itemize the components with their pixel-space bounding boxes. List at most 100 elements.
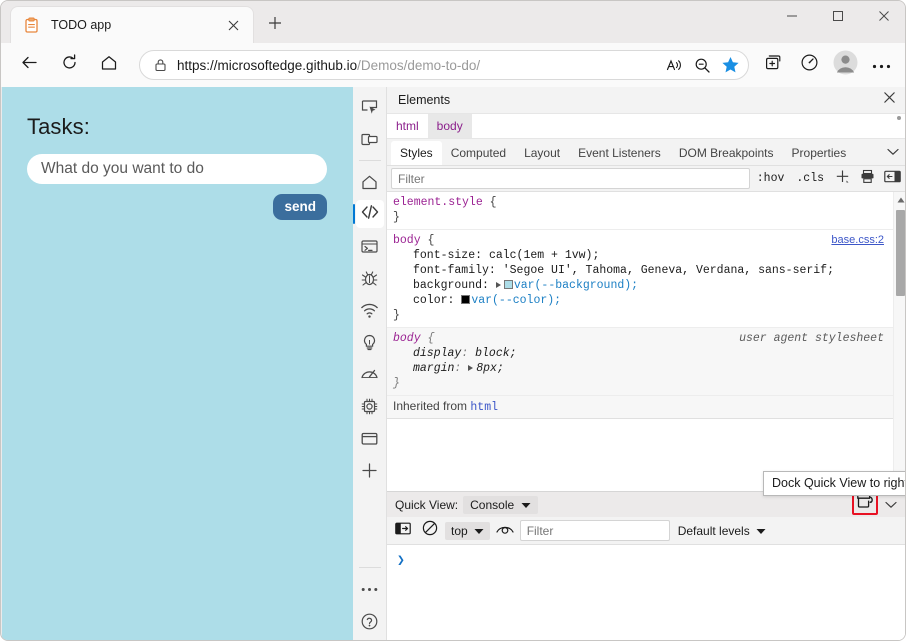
send-button[interactable]: send (273, 194, 327, 220)
chevron-down-filled-icon (521, 498, 531, 512)
network-wifi-icon[interactable] (356, 296, 384, 324)
print-media-button[interactable] (856, 168, 879, 190)
styles-filter-placeholder: Filter (398, 171, 425, 186)
close-window-button[interactable] (861, 1, 905, 35)
page-title: Tasks: (27, 114, 90, 139)
clear-console-button[interactable] (418, 520, 442, 542)
zoom-out-icon[interactable] (688, 52, 716, 78)
console-context-value: top (451, 523, 468, 538)
collections-button[interactable] (757, 49, 789, 81)
hov-toggle-button[interactable]: :hov (752, 168, 790, 189)
console-terminal-icon[interactable] (356, 232, 384, 260)
console-filter-input[interactable]: Filter (519, 520, 670, 541)
styles-rules-pane[interactable]: element.style { } base.css:2 body { font… (387, 192, 905, 491)
scroll-up-arrow-icon[interactable] (894, 193, 905, 207)
device-emulation-icon[interactable] (356, 125, 384, 153)
url-domain: https://microsoftedge.github.io (177, 57, 358, 73)
breadcrumb-overflow-dot (897, 116, 901, 120)
tab-event-listeners[interactable]: Event Listeners (569, 141, 670, 165)
inherited-from-row: Inherited from html (387, 396, 905, 419)
breadcrumb-item-html[interactable]: html (387, 114, 428, 138)
expand-triangle-icon[interactable] (468, 365, 474, 371)
style-rule-body-user-agent[interactable]: user agent stylesheet body { display: bl… (387, 328, 905, 396)
debugger-bug-icon[interactable] (356, 264, 384, 292)
styles-filter-input[interactable]: Filter (391, 168, 750, 189)
minimize-icon (786, 9, 798, 27)
color-swatch[interactable] (503, 280, 513, 289)
star-filled-icon[interactable] (716, 52, 744, 78)
memory-chip-icon[interactable] (356, 392, 384, 420)
home-button[interactable] (93, 49, 125, 81)
quick-view-selected-tool: Console (470, 497, 515, 512)
console-levels-select[interactable]: Default levels (673, 524, 771, 538)
declaration-value: block; (475, 347, 517, 360)
live-expression-button[interactable] (493, 520, 517, 542)
rule-open-brace: { (482, 196, 497, 209)
close-icon (883, 91, 896, 109)
toggle-computed-sidebar-button[interactable] (881, 168, 904, 190)
tabs-overflow-button[interactable] (880, 139, 905, 165)
declaration-property: background (413, 279, 483, 292)
address-bar[interactable]: https://microsoftedge.github.io/Demos/de… (139, 50, 749, 80)
dom-breadcrumb: html body (387, 114, 905, 139)
dock-quick-view-tooltip: Dock Quick View to right (763, 471, 905, 496)
declaration-display[interactable]: display: block; (393, 346, 900, 361)
declaration-property: display (413, 347, 462, 360)
console-context-select[interactable]: top (445, 521, 490, 540)
tab-layout[interactable]: Layout (515, 141, 569, 165)
declaration-value: var(--color); (471, 294, 562, 307)
tab-styles[interactable]: Styles (391, 141, 442, 165)
browser-tab-todo-app[interactable]: TODO app (11, 7, 253, 43)
style-rule-body-base-css[interactable]: base.css:2 body { font-size: calc(1em + … (387, 230, 905, 328)
declaration-color[interactable]: color: var(--color); (393, 293, 900, 308)
back-button[interactable] (13, 49, 45, 81)
home-icon[interactable] (356, 168, 384, 196)
dock-quick-view-right-button[interactable] (852, 494, 878, 515)
help-question-icon[interactable] (356, 607, 384, 635)
rule-source-link[interactable]: base.css:2 (831, 233, 884, 248)
scrollbar-thumb[interactable] (896, 210, 905, 296)
sidebar-item-elements[interactable] (352, 200, 384, 228)
declaration-font-size[interactable]: font-size: calc(1em + 1vw); (393, 248, 900, 263)
console-output[interactable]: ❯ (387, 545, 905, 640)
new-style-rule-button[interactable] (831, 168, 854, 190)
inspect-element-icon[interactable] (356, 93, 384, 121)
more-ellipsis-icon[interactable] (356, 575, 384, 603)
tab-dom-breakpoints[interactable]: DOM Breakpoints (670, 141, 783, 165)
console-sidebar-button[interactable] (391, 520, 415, 542)
console-sidebar-icon (395, 522, 411, 540)
devtools-close-button[interactable] (876, 89, 902, 111)
close-icon[interactable] (221, 13, 245, 37)
rail-divider-bottom (358, 567, 381, 568)
expand-triangle-icon[interactable] (495, 282, 501, 288)
read-aloud-icon[interactable] (660, 52, 688, 78)
color-swatch[interactable] (461, 295, 471, 304)
add-tool-plus-icon[interactable] (356, 456, 384, 484)
new-tab-button[interactable] (261, 11, 289, 39)
collapse-quick-view-button[interactable] (878, 494, 904, 516)
application-window-icon[interactable] (356, 424, 384, 452)
profile-button[interactable] (829, 49, 861, 81)
issues-lightbulb-icon[interactable] (356, 328, 384, 356)
performance-button[interactable] (793, 49, 825, 81)
elements-code-icon (360, 202, 380, 227)
style-rule-element-style[interactable]: element.style { } (387, 192, 905, 230)
declaration-background[interactable]: background: var(--background); (393, 278, 900, 293)
tab-computed[interactable]: Computed (442, 141, 515, 165)
declaration-font-family[interactable]: font-family: 'Segoe UI', Tahoma, Geneva,… (393, 263, 900, 278)
browser-settings-button[interactable] (865, 49, 897, 81)
tab-properties[interactable]: Properties (783, 141, 856, 165)
breadcrumb-item-body[interactable]: body (427, 114, 472, 138)
quick-view-tool-select[interactable]: Console (463, 495, 539, 514)
declaration-margin[interactable]: margin: 8px; (393, 361, 900, 376)
navigation-toolbar: https://microsoftedge.github.io/Demos/de… (1, 43, 905, 87)
performance-gauge-icon[interactable] (356, 360, 384, 388)
cls-toggle-button[interactable]: .cls (791, 168, 829, 189)
refresh-button[interactable] (53, 49, 85, 81)
todo-input[interactable]: What do you want to do (27, 154, 327, 184)
minimize-button[interactable] (769, 1, 815, 35)
rule-close-brace: } (393, 309, 400, 322)
maximize-button[interactable] (815, 1, 861, 35)
styles-scrollbar[interactable] (893, 192, 905, 491)
inherited-node[interactable]: html (470, 401, 498, 414)
